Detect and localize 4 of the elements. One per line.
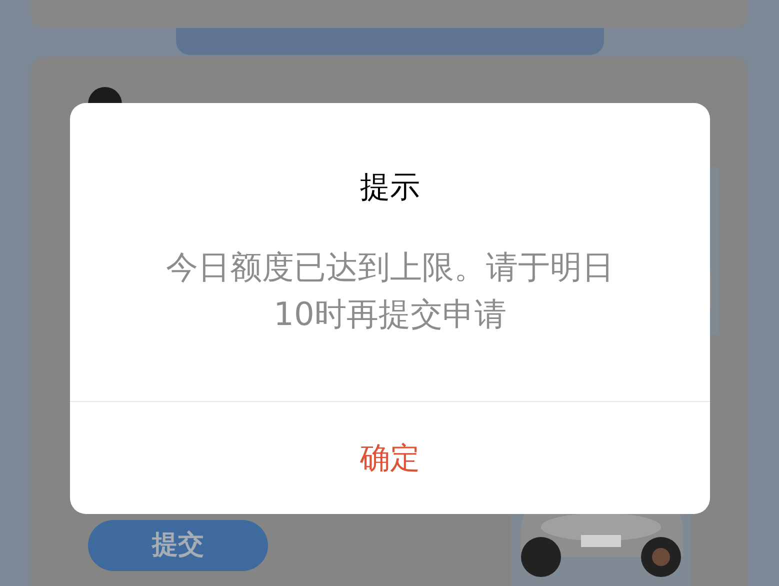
dialog-message: 今日额度已达到上限。请于明日10时再提交申请 [165,247,615,335]
dialog-title: 提示 [360,169,420,207]
submit-button[interactable]: 提交 [88,520,268,571]
confirm-button[interactable]: 确定 [70,402,710,514]
